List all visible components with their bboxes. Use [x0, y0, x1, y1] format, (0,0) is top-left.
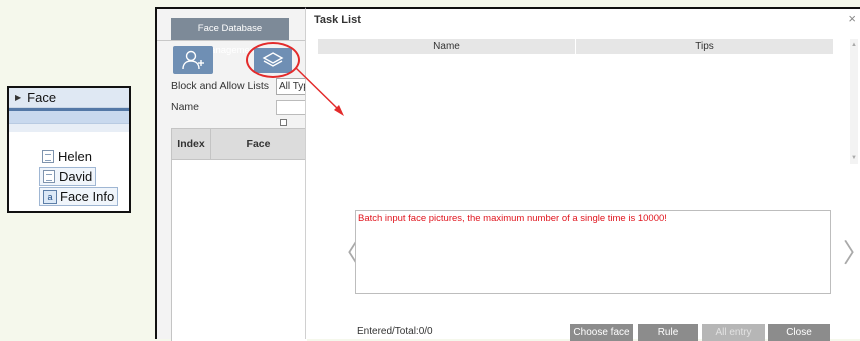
column-header-name[interactable]: Name	[318, 39, 576, 54]
task-table-scrollbar[interactable]: ▲ ▼	[850, 39, 858, 164]
expand-arrow-icon[interactable]: ▶	[15, 93, 21, 102]
face-list-header: Index Face	[171, 128, 307, 160]
highlight-ring	[246, 42, 300, 78]
document-icon	[42, 150, 54, 163]
close-button[interactable]: Close	[768, 324, 830, 341]
rule-button[interactable]: Rule	[638, 324, 698, 341]
face-list-body	[171, 160, 307, 341]
all-entry-button[interactable]: All entry	[702, 324, 765, 341]
face-info-icon: a	[43, 189, 57, 204]
block-allow-label: Block and Allow Lists	[171, 80, 270, 92]
name-input[interactable]	[276, 100, 307, 115]
close-icon[interactable]: ×	[848, 11, 856, 26]
document-icon	[43, 170, 55, 183]
tree-item-helen[interactable]: Helen	[39, 147, 95, 166]
next-icon[interactable]: 〉	[843, 241, 860, 267]
tree-node-face-label: Face	[27, 90, 57, 105]
device-tree-panel: ▶ Face Helen David a Face Info	[7, 86, 131, 213]
task-table-header: Name Tips	[318, 39, 833, 54]
list-type-select[interactable]: All Typ	[276, 78, 307, 95]
add-face-button[interactable]	[173, 46, 213, 74]
dialog-title: Task List	[314, 14, 361, 26]
tree-item-label: Face Info	[60, 189, 115, 204]
filter-checkbox[interactable]	[280, 119, 287, 126]
name-label: Name	[171, 101, 200, 113]
tab-face-database-management[interactable]: Face Database Management	[171, 18, 289, 56]
tree-item-label: David	[59, 169, 93, 184]
scroll-up-icon[interactable]: ▲	[851, 42, 857, 48]
task-list-dialog: Task List × Name Tips ▲ ▼ 〈 〉 Batch inpu…	[305, 7, 860, 341]
column-header-index[interactable]: Index	[172, 129, 211, 159]
column-header-tips[interactable]: Tips	[576, 39, 833, 54]
batch-input-message: Batch input face pictures, the maximum n…	[358, 213, 667, 224]
scroll-down-icon[interactable]: ▼	[851, 155, 857, 161]
column-header-face[interactable]: Face	[211, 129, 306, 159]
tree-selection-band	[9, 108, 129, 124]
add-person-icon	[182, 50, 204, 70]
choose-face-button[interactable]: Choose face	[570, 324, 633, 341]
tree-item-face-info[interactable]: a Face Info	[39, 187, 119, 206]
tab-underline	[157, 40, 305, 41]
entry-status: Entered/Total:0/0	[357, 326, 433, 337]
batch-add-button[interactable]	[246, 42, 300, 78]
tree-item-label: Helen	[58, 149, 92, 164]
message-area: Batch input face pictures, the maximum n…	[355, 210, 831, 294]
tree-item-david[interactable]: David	[39, 167, 97, 186]
tree-node-face[interactable]: ▶ Face	[9, 88, 129, 108]
face-database-panel: Face Database Management Block and Allow…	[155, 7, 307, 341]
tree-band-secondary	[9, 124, 129, 132]
